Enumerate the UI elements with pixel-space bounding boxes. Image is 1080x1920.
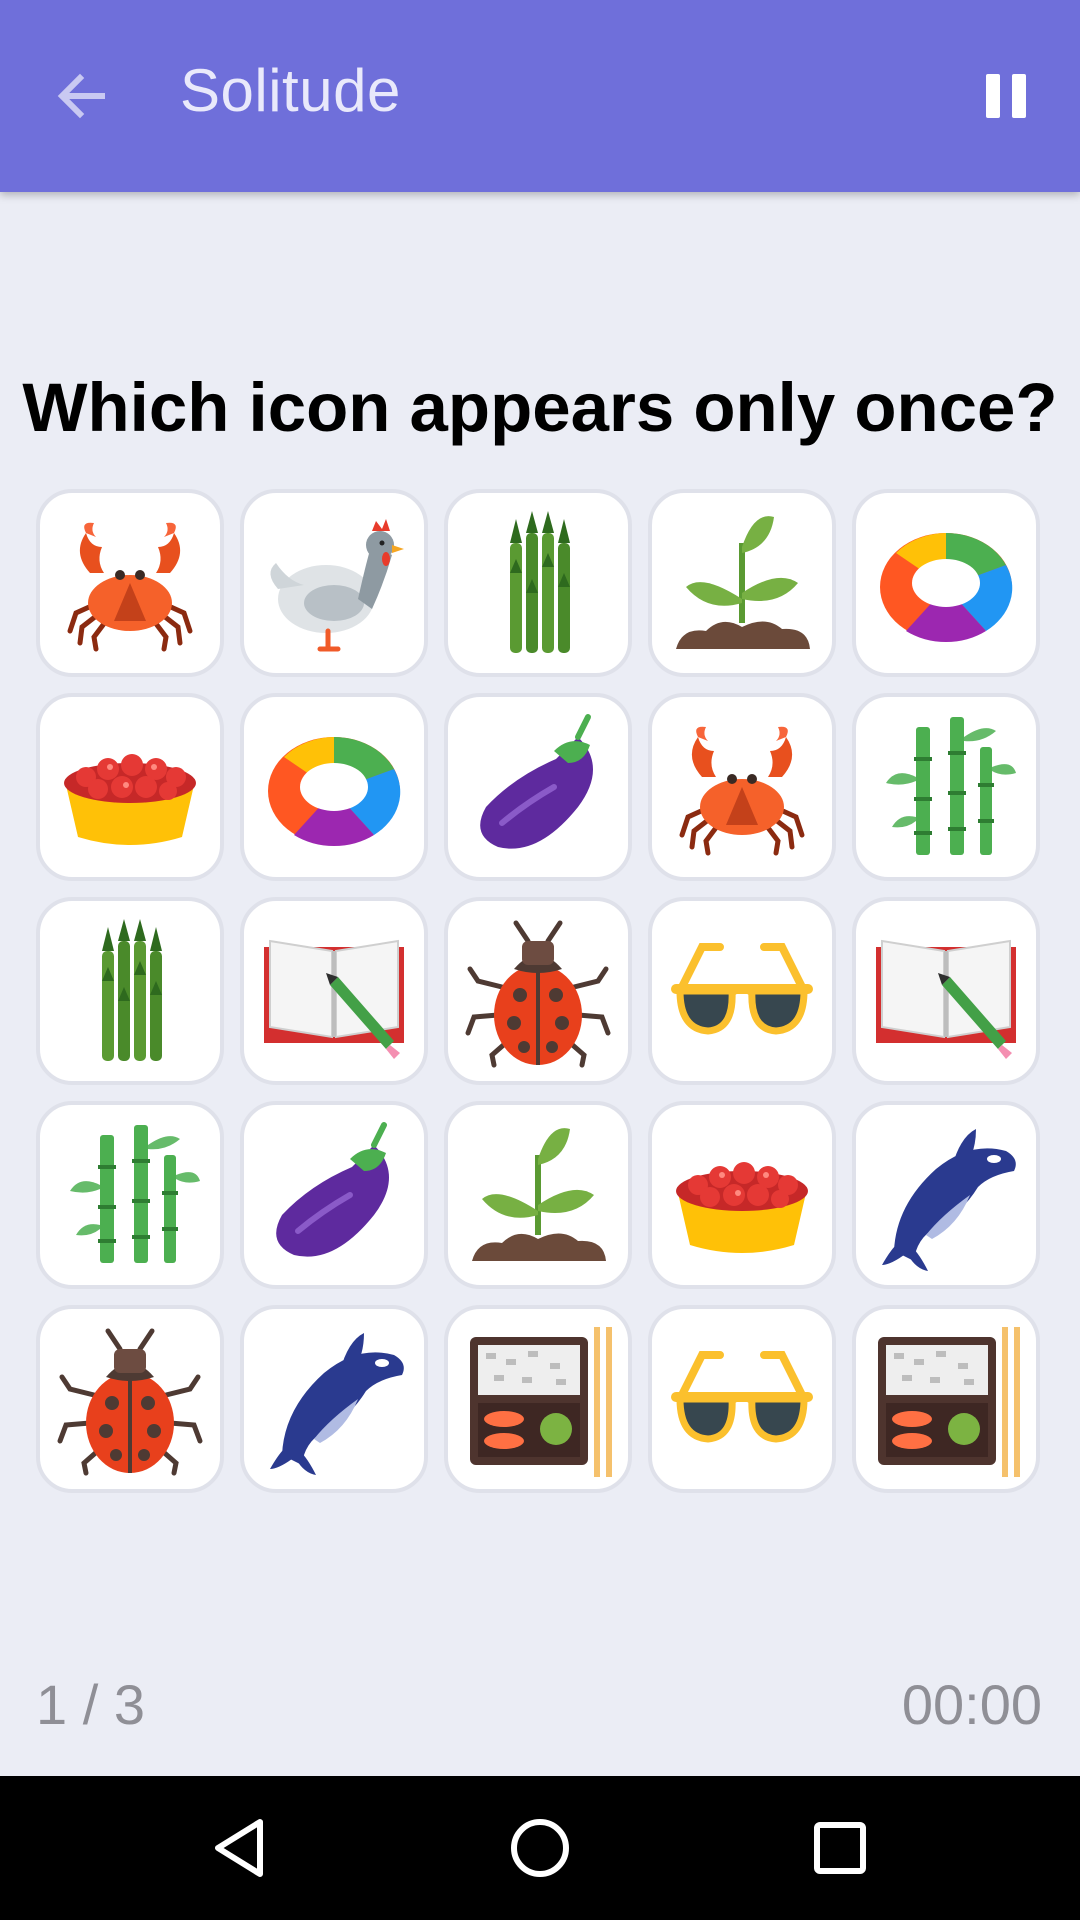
pause-icon-bar	[1012, 74, 1026, 118]
icon-tile[interactable]	[444, 1101, 632, 1289]
tart-icon	[676, 1162, 808, 1253]
color-ring-icon	[268, 737, 401, 847]
timer: 00:00	[901, 1673, 1042, 1736]
icon-tile[interactable]	[240, 489, 428, 677]
arrow-left-icon	[57, 73, 105, 119]
asparagus-icon	[102, 919, 162, 1061]
orca-icon	[270, 1333, 404, 1475]
book-pencil-icon	[264, 939, 404, 1059]
ladybug-icon	[57, 1328, 203, 1476]
icon-tile[interactable]	[36, 693, 224, 881]
pause-icon	[986, 74, 1000, 118]
icon-tile[interactable]	[648, 1101, 836, 1289]
app-title: Solitude	[180, 57, 401, 124]
eggplant-icon	[480, 714, 593, 849]
question-prompt: Which icon appears only once?	[22, 369, 1058, 446]
nav-home-button[interactable]	[500, 1808, 580, 1888]
sunglasses-icon	[671, 1351, 813, 1443]
icon-tile[interactable]	[36, 489, 224, 677]
asparagus-icon	[510, 511, 570, 653]
color-ring-icon	[880, 533, 1013, 643]
nav-recents-button[interactable]	[800, 1808, 880, 1888]
eggplant-icon	[276, 1122, 389, 1257]
icon-tile[interactable]	[852, 1305, 1040, 1493]
icon-tile[interactable]	[648, 693, 836, 881]
bento-icon	[878, 1327, 1020, 1477]
icon-tile[interactable]	[240, 897, 428, 1085]
orca-icon	[882, 1129, 1016, 1271]
icon-grid	[36, 489, 1042, 1493]
level-counter: 1 / 3	[36, 1673, 145, 1736]
bamboo-icon	[70, 1125, 200, 1263]
app-bar: Solitude	[0, 0, 1080, 192]
back-button[interactable]	[52, 66, 112, 126]
icon-tile[interactable]	[648, 489, 836, 677]
icon-tile[interactable]	[444, 489, 632, 677]
system-navigation-bar	[0, 1776, 1080, 1920]
icon-tile[interactable]	[648, 897, 836, 1085]
icon-tile[interactable]	[852, 489, 1040, 677]
icon-tile[interactable]	[36, 1305, 224, 1493]
icon-tile[interactable]	[240, 1305, 428, 1493]
nav-recents-icon	[814, 1822, 866, 1874]
seedling-icon	[472, 1128, 606, 1261]
icon-tile[interactable]	[444, 897, 632, 1085]
icon-tile[interactable]	[648, 1305, 836, 1493]
icon-tile[interactable]	[852, 897, 1040, 1085]
nav-back-button[interactable]	[200, 1808, 280, 1888]
tart-icon	[64, 754, 196, 845]
nav-back-icon	[215, 1819, 263, 1877]
bento-icon	[470, 1327, 612, 1477]
rooster-icon	[270, 519, 404, 652]
crab-icon	[679, 726, 805, 856]
bamboo-icon	[886, 717, 1016, 855]
pause-button[interactable]	[986, 74, 1030, 118]
ladybug-icon	[465, 920, 611, 1068]
book-pencil-icon	[876, 939, 1016, 1059]
icon-tile[interactable]	[444, 1305, 632, 1493]
icon-tile[interactable]	[852, 693, 1040, 881]
nav-home-icon	[511, 1819, 569, 1877]
sunglasses-icon	[671, 943, 813, 1035]
icon-tile[interactable]	[240, 693, 428, 881]
icon-tile[interactable]	[36, 897, 224, 1085]
icon-tile[interactable]	[36, 1101, 224, 1289]
icon-tile[interactable]	[240, 1101, 428, 1289]
icon-tile[interactable]	[852, 1101, 1040, 1289]
seedling-icon	[676, 516, 810, 649]
crab-icon	[67, 522, 193, 652]
icon-tile[interactable]	[444, 693, 632, 881]
